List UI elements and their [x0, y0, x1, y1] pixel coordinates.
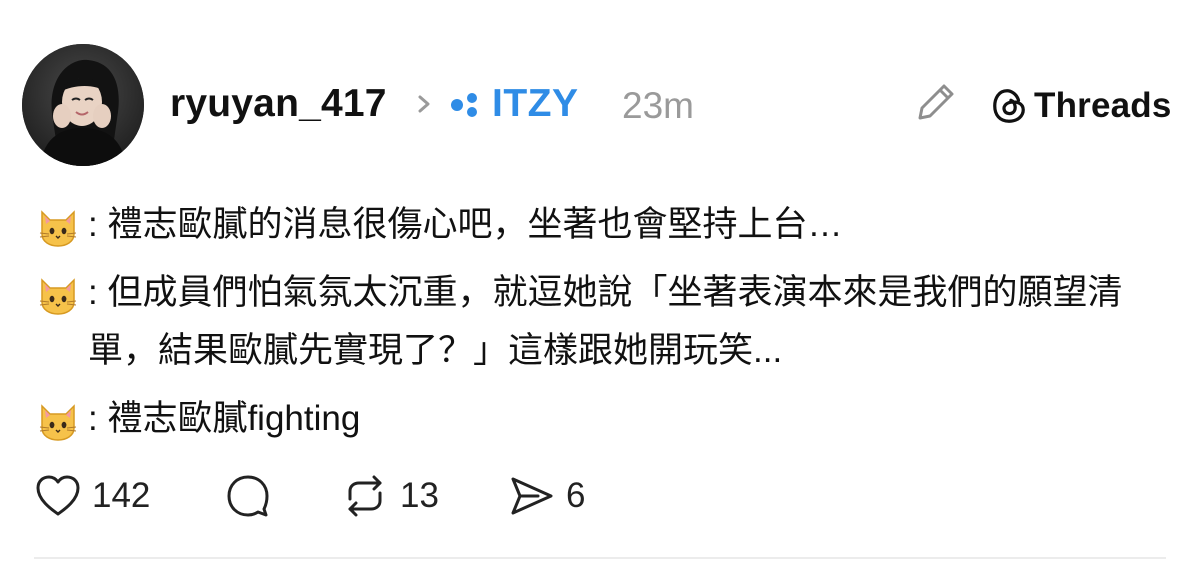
cat-face-emoji [39, 210, 77, 247]
post-line-text: : 但成員們怕氣氛太沉重，就逗她說「坐著表演本來是我們的願望清單，結果歐膩先實現… [88, 273, 1123, 370]
comment-button[interactable] [224, 470, 282, 522]
like-count: 142 [92, 476, 151, 515]
repost-count: 13 [400, 476, 439, 515]
pencil-icon[interactable] [914, 80, 958, 124]
chevron-right-icon [418, 95, 430, 113]
heart-icon [36, 475, 80, 516]
post-actions: 142 13 6 [34, 470, 734, 522]
community-link[interactable]: ITZY [492, 80, 579, 128]
threads-logo-icon [993, 89, 1025, 123]
share-count: 6 [566, 476, 586, 515]
threads-brand: Threads [990, 82, 1172, 130]
threads-brand-label: Threads [1034, 86, 1172, 125]
post-line-2: : 但成員們怕氣氛太沉重，就逗她說「坐著表演本來是我們的願望清單，結果歐膩先實現… [36, 264, 1176, 380]
cat-face-emoji [39, 404, 77, 441]
post-line-1: : 禮志歐膩的消息很傷心吧，坐著也會堅持上台… [36, 196, 1176, 254]
share-button[interactable]: 6 [508, 470, 585, 522]
post-timestamp: 23m [622, 85, 694, 126]
avatar[interactable] [22, 44, 144, 166]
post-line-3: : 禮志歐膩fighting [36, 390, 1176, 448]
community-dots-icon [451, 93, 477, 117]
post-divider [34, 557, 1166, 559]
username-link[interactable]: ryuyan_417 [170, 80, 387, 128]
post-line-text: : 禮志歐膩fighting [88, 399, 361, 438]
repost-button[interactable]: 13 [340, 470, 439, 522]
post-header: ryuyan_417 ITZY 23m Threads [22, 44, 1172, 168]
send-icon [511, 477, 553, 515]
comment-icon [227, 475, 269, 517]
post-line-text: : 禮志歐膩的消息很傷心吧，坐著也會堅持上台… [88, 205, 843, 244]
repost-icon [348, 475, 382, 517]
post-body: : 禮志歐膩的消息很傷心吧，坐著也會堅持上台… : 但成員們怕氣氛太沉重，就逗她… [36, 196, 1176, 458]
like-button[interactable]: 142 [34, 470, 150, 522]
